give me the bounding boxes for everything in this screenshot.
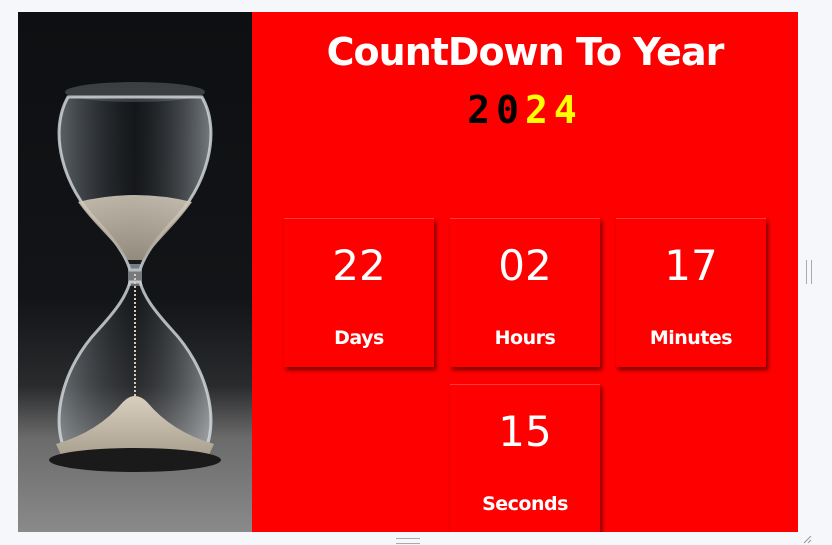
hours-card: 02 Hours <box>450 218 600 367</box>
target-year: 2024 <box>252 88 798 132</box>
page-title: CountDown To Year <box>326 30 725 74</box>
resize-corner-icon[interactable] <box>802 534 812 544</box>
year-digit: 0 <box>496 88 525 132</box>
seconds-card: 15 Seconds <box>450 384 600 532</box>
year-digit: 2 <box>525 88 554 132</box>
year-digit: 2 <box>467 88 497 132</box>
hours-value: 02 <box>498 241 552 290</box>
minutes-label: Minutes <box>649 327 733 349</box>
year-digit: 4 <box>553 88 583 132</box>
countdown-panel: CountDown To Year 2024 22 Days 02 Hours … <box>252 12 798 532</box>
days-value: 22 <box>332 241 386 290</box>
days-label: Days <box>334 327 384 349</box>
seconds-label: Seconds <box>482 493 568 515</box>
minutes-card: 17 Minutes <box>616 218 766 367</box>
countdown-container: CountDown To Year 2024 22 Days 02 Hours … <box>18 12 798 532</box>
minutes-value: 17 <box>664 241 718 290</box>
hours-label: Hours <box>494 327 556 349</box>
hourglass-icon <box>49 82 221 472</box>
horizontal-resize-handle[interactable] <box>396 538 420 544</box>
days-card: 22 Days <box>284 218 434 367</box>
seconds-value: 15 <box>498 407 552 456</box>
hourglass-image <box>18 12 252 532</box>
vertical-resize-handle[interactable] <box>806 260 812 284</box>
